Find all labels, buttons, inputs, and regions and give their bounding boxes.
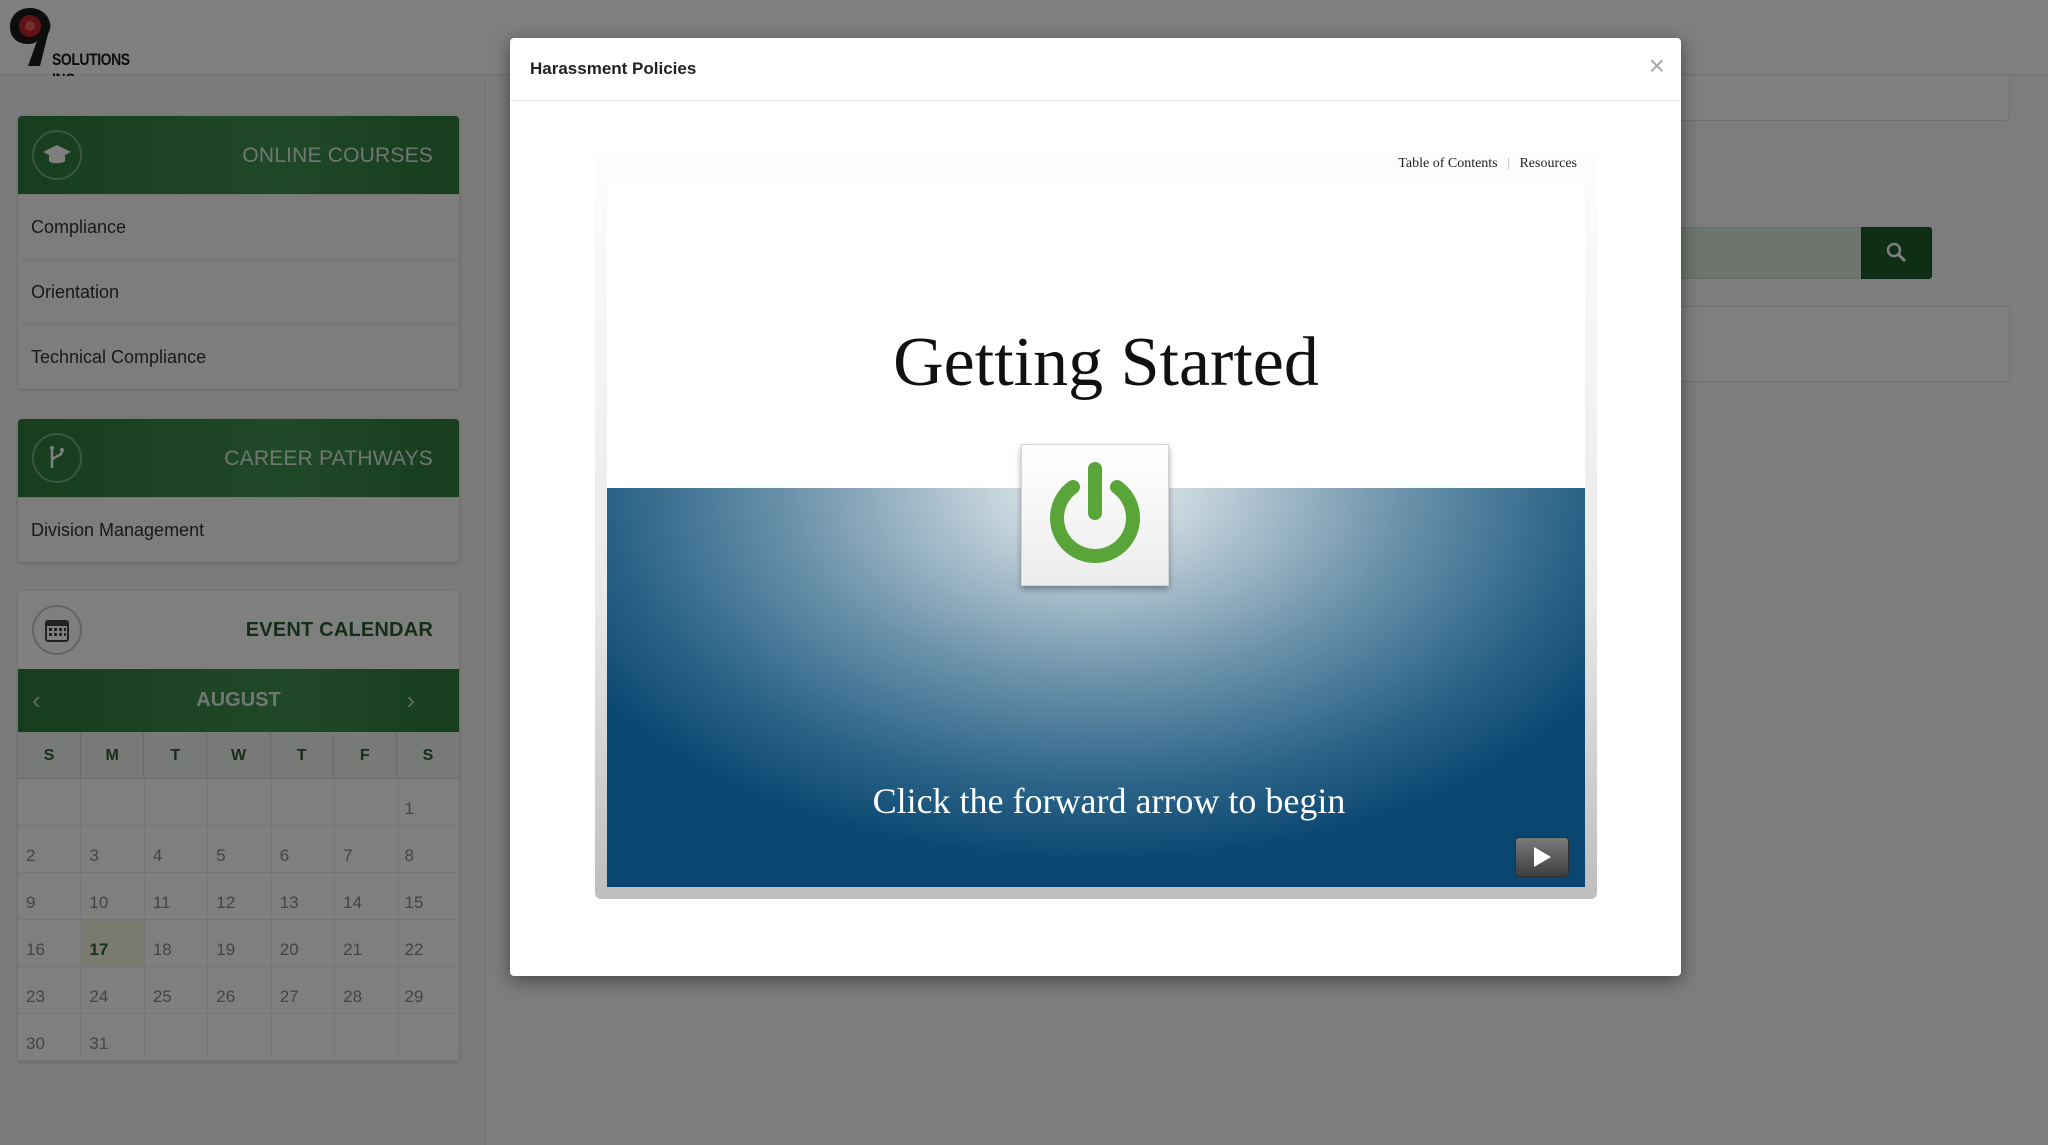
close-icon[interactable]: × [1649,52,1665,80]
modal-header: Harassment Policies × [510,38,1681,101]
forward-button[interactable] [1515,837,1569,877]
resources-link[interactable]: Resources [1519,156,1577,171]
slide: Getting Started Click the forward arrow … [607,183,1585,887]
player-links: Table of Contents | Resources [1398,156,1577,172]
slide-subtitle: Click the forward arrow to begin [872,781,1346,821]
link-separator: | [1507,156,1510,171]
course-modal: Harassment Policies × Table of Contents … [510,38,1681,976]
slide-title: Getting Started [893,324,1319,401]
table-of-contents-link[interactable]: Table of Contents [1398,156,1497,171]
power-icon [1050,462,1140,563]
play-icon [1534,847,1551,867]
course-player: Table of Contents | Resources Getting St… [595,151,1597,899]
modal-title: Harassment Policies [530,59,697,78]
power-button[interactable] [1021,444,1169,586]
